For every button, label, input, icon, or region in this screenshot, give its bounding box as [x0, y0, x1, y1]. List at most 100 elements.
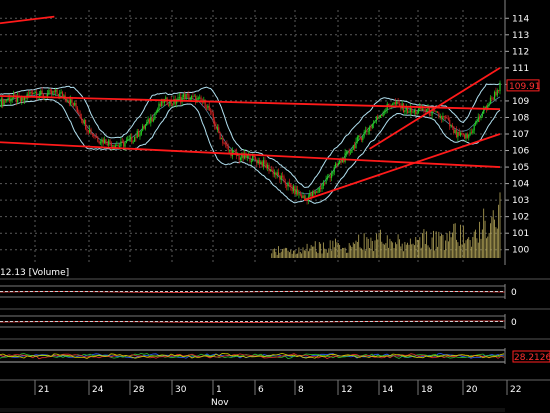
- candle-up: [442, 116, 444, 119]
- candle-down: [41, 90, 43, 94]
- candle-up: [416, 112, 418, 114]
- candle-down: [445, 116, 447, 118]
- candle-up: [0, 98, 2, 107]
- candle-down: [301, 195, 303, 199]
- candle-down: [453, 126, 455, 134]
- y-tick-label: 113: [512, 31, 529, 41]
- candle-up: [150, 117, 152, 124]
- candle-down: [212, 113, 214, 121]
- candle-up: [189, 98, 191, 100]
- candle-up: [220, 138, 223, 140]
- candle-up: [480, 116, 482, 119]
- candle-up: [83, 119, 85, 124]
- candle-down: [167, 104, 170, 106]
- candle-up: [29, 92, 31, 95]
- candle-up: [496, 90, 498, 96]
- candle-up: [396, 101, 398, 105]
- candle-up: [176, 101, 178, 104]
- candle-down: [458, 131, 460, 136]
- candle-down: [75, 103, 77, 108]
- candle-up: [40, 90, 42, 95]
- candle-up: [322, 182, 324, 187]
- candle-up: [74, 103, 76, 106]
- candle-up: [378, 117, 380, 119]
- x-tick-label: 12: [341, 385, 352, 395]
- candle-down: [19, 97, 21, 102]
- candle-down: [226, 143, 228, 147]
- candle-down: [491, 97, 493, 99]
- candle-up: [127, 139, 129, 141]
- candle-down: [411, 108, 413, 113]
- candle-down: [188, 94, 190, 100]
- candle-down: [71, 99, 73, 103]
- x-tick-label: 1: [216, 385, 222, 395]
- x-tick-label: 8: [298, 385, 304, 395]
- scroll-strip[interactable]: [0, 408, 505, 412]
- x-tick-label: 20: [466, 385, 478, 395]
- candle-up: [305, 197, 307, 199]
- x-tick-label: 18: [421, 385, 433, 395]
- candle-down: [492, 98, 494, 100]
- candle-up: [199, 97, 201, 99]
- candle-up: [108, 140, 110, 146]
- candle-up: [292, 186, 295, 192]
- candle-up: [132, 141, 134, 143]
- candle-down: [2, 98, 4, 106]
- candle-down: [151, 117, 153, 122]
- candle-down: [22, 97, 24, 101]
- candle-down: [218, 127, 220, 133]
- candle-up: [116, 144, 118, 146]
- candle-up: [488, 103, 490, 106]
- candle-up: [10, 99, 12, 102]
- candle-up: [252, 155, 254, 162]
- x-tick-label: 14: [382, 385, 394, 395]
- candle-up: [55, 89, 57, 92]
- candle-down: [315, 191, 318, 193]
- candle-down: [113, 145, 115, 148]
- candle-down: [53, 90, 55, 92]
- candle-down: [109, 140, 111, 144]
- candle-up: [465, 134, 467, 139]
- candle-down: [268, 164, 270, 172]
- candle-up: [347, 150, 349, 152]
- candle-down: [219, 132, 221, 140]
- candle-down: [424, 109, 426, 111]
- candle-up: [309, 193, 311, 197]
- candle-up: [257, 159, 259, 164]
- candle-up: [349, 152, 352, 154]
- candle-down: [438, 113, 440, 118]
- candle-down: [324, 182, 326, 184]
- candle-down: [68, 100, 70, 104]
- candle-up: [287, 182, 289, 187]
- candle-up: [393, 102, 395, 105]
- candle-down: [76, 107, 79, 113]
- candle-down: [121, 141, 123, 143]
- candle-up: [136, 130, 138, 138]
- candle-down: [205, 107, 208, 109]
- candle-up: [146, 122, 148, 126]
- y-tick-label: 103: [512, 196, 529, 206]
- candle-up: [356, 136, 358, 142]
- candle-up: [112, 145, 114, 147]
- candle-down: [279, 175, 281, 180]
- candle-up: [99, 142, 102, 144]
- candle-down: [360, 137, 363, 141]
- candle-up: [154, 113, 156, 120]
- candle-up: [481, 113, 483, 117]
- candle-down: [90, 129, 92, 134]
- candle-up: [392, 104, 394, 106]
- candle-up: [89, 129, 91, 133]
- y-tick-label: 111: [512, 64, 529, 74]
- chart-svg: 1001011021031041051061071081091101111121…: [0, 0, 550, 412]
- candle-down: [415, 110, 417, 114]
- candle-up: [246, 155, 248, 158]
- candle-down: [95, 137, 98, 138]
- candle-up: [454, 129, 456, 134]
- candle-down: [137, 130, 140, 137]
- candle-down: [105, 139, 107, 145]
- candle-down: [402, 103, 405, 113]
- candle-up: [352, 145, 354, 150]
- candle-up: [144, 125, 146, 129]
- candle-up: [382, 112, 384, 116]
- candle-down: [462, 133, 464, 135]
